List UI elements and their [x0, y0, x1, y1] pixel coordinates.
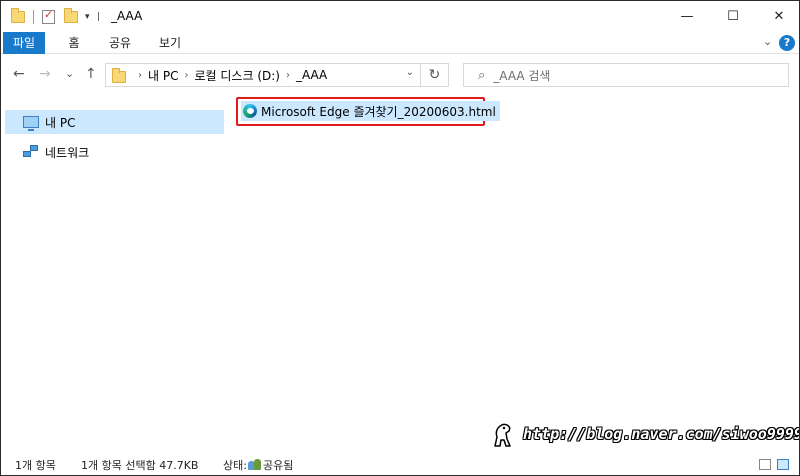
help-icon[interactable]: ? [779, 35, 795, 51]
maximize-button[interactable]: ☐ [710, 1, 756, 32]
breadcrumb-this-pc[interactable]: 내 PC [148, 67, 178, 84]
minimize-button[interactable]: — [664, 1, 710, 32]
window-title: _AAA [111, 9, 143, 23]
folder-icon [11, 8, 25, 26]
back-arrow-icon[interactable]: ← [13, 66, 25, 82]
address-dropdown-icon[interactable]: ⌄ [406, 67, 414, 78]
sidebar-item-label: 내 PC [45, 115, 76, 130]
breadcrumb: › 내 PC › 로컬 디스크 (D:) › _AAA [132, 67, 327, 84]
status-label: 상태: [223, 459, 247, 472]
status-bar: 1개 항목 1개 항목 선택함 47.7KB 상태: 공유됨 [1, 453, 799, 475]
file-explorer-window: ▾ | _AAA — ☐ ✕ 파일 홈 공유 보기 ⌄ ? ← → ⌄ ↑ › … [0, 0, 800, 476]
separator [33, 8, 34, 26]
dinosaur-icon [494, 423, 511, 447]
ribbon-tabs: 파일 홈 공유 보기 ⌄ ? [1, 32, 799, 54]
up-arrow-icon[interactable]: ↑ [85, 66, 97, 82]
network-icon [23, 145, 39, 159]
item-count: 1개 항목 [15, 459, 56, 472]
sidebar-item-label: 네트워크 [45, 145, 90, 160]
close-button[interactable]: ✕ [756, 1, 799, 32]
navigation-pane: 내 PC 네트워크 [1, 94, 227, 449]
file-name: Microsoft Edge 즐겨찾기_20200603.html [261, 104, 496, 119]
breadcrumb-separator[interactable]: › [286, 70, 290, 81]
share-status: 상태: 공유됨 [223, 457, 293, 473]
large-icons-view-icon[interactable] [777, 459, 789, 470]
new-folder-icon[interactable] [64, 8, 78, 26]
edge-icon [243, 104, 257, 118]
sidebar-item-this-pc[interactable]: 내 PC [5, 110, 224, 134]
address-folder-icon [112, 67, 126, 83]
breadcrumb-separator[interactable]: › [184, 70, 188, 81]
sidebar-item-network[interactable]: 네트워크 [5, 140, 224, 164]
details-view-icon[interactable] [759, 459, 771, 470]
tab-share[interactable]: 공유 [101, 32, 139, 54]
shared-users-icon [247, 459, 262, 470]
file-item[interactable]: Microsoft Edge 즐겨찾기_20200603.html [241, 101, 500, 121]
customize-quick-access-icon[interactable]: ▾ [85, 8, 90, 26]
search-placeholder: _AAA 검색 [493, 68, 551, 83]
watermark-url: http://blog.naver.com/siwoo9999 [523, 425, 800, 443]
watermark: http://blog.naver.com/siwoo9999 [489, 419, 800, 449]
computer-icon [23, 116, 39, 131]
breadcrumb-local-disk[interactable]: 로컬 디스크 (D:) [194, 67, 279, 84]
breadcrumb-separator: › [138, 69, 142, 81]
file-list: Microsoft Edge 즐겨찾기_20200603.html [227, 94, 799, 449]
title-separator: | [97, 12, 101, 22]
search-icon: ⌕ [478, 67, 486, 83]
tab-home[interactable]: 홈 [59, 32, 89, 54]
forward-arrow-icon[interactable]: → [39, 66, 51, 82]
search-box[interactable]: ⌕ _AAA 검색 [463, 63, 789, 87]
navigation-bar: ← → ⌄ ↑ › 내 PC › 로컬 디스크 (D:) › _AAA ⌄ ↻ … [1, 54, 799, 94]
expand-ribbon-icon[interactable]: ⌄ [763, 35, 772, 48]
properties-icon[interactable] [42, 8, 55, 26]
breadcrumb-current-folder[interactable]: _AAA [296, 68, 327, 82]
status-value: 공유됨 [262, 459, 294, 472]
recent-locations-icon[interactable]: ⌄ [65, 67, 74, 80]
address-bar[interactable]: › 내 PC › 로컬 디스크 (D:) › _AAA ⌄ [105, 63, 421, 87]
title-bar: ▾ | _AAA — ☐ ✕ [1, 1, 799, 32]
tab-file[interactable]: 파일 [3, 32, 45, 54]
tab-view[interactable]: 보기 [151, 32, 189, 54]
refresh-button[interactable]: ↻ [421, 63, 449, 87]
selection-info: 1개 항목 선택함 47.7KB [81, 459, 199, 472]
